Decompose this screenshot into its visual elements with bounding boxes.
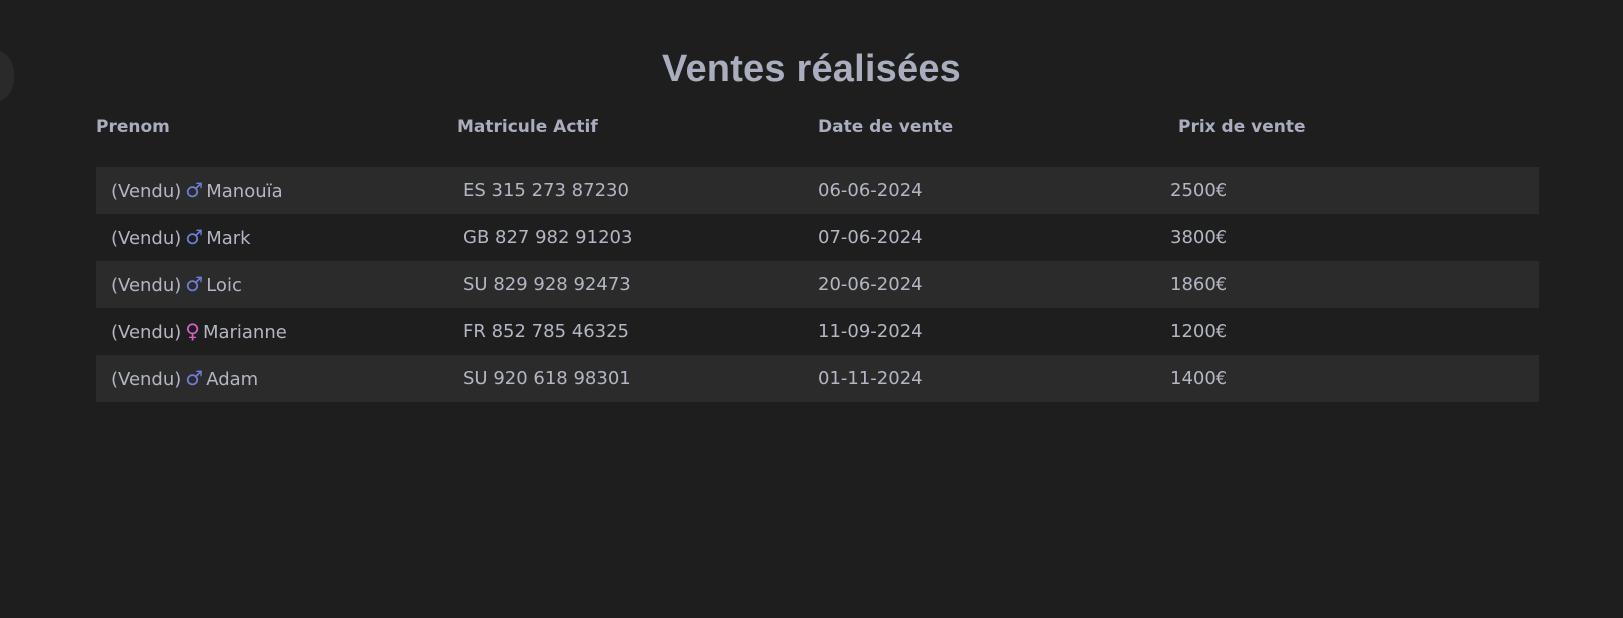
cell-matricule: SU 920 618 98301	[463, 368, 631, 389]
sales-table: Prenom Matricule Actif Date de vente Pri…	[96, 112, 1539, 402]
table-body: (Vendu) ♂ Manouïa ES 315 273 87230 06-06-202…	[96, 167, 1539, 402]
cell-prenom: (Vendu) ♀ Marianne	[111, 308, 287, 355]
cell-prix: 3800€	[1170, 227, 1228, 248]
person-name: Manouïa	[206, 181, 283, 202]
status-label: (Vendu)	[111, 275, 182, 296]
column-header-prenom: Prenom	[96, 117, 170, 137]
column-header-date: Date de vente	[818, 117, 954, 137]
person-name: Mark	[206, 228, 251, 249]
cell-prenom: (Vendu) ♂ Mark	[111, 214, 251, 261]
male-icon: ♂	[185, 272, 204, 296]
person-name: Adam	[206, 369, 259, 390]
status-label: (Vendu)	[111, 369, 182, 390]
male-icon: ♂	[185, 366, 204, 390]
cell-date: 20-06-2024	[818, 274, 923, 295]
male-icon: ♂	[185, 178, 204, 202]
cell-date: 06-06-2024	[818, 180, 923, 201]
table-row[interactable]: (Vendu) ♂ Manouïa ES 315 273 87230 06-06-202…	[96, 167, 1539, 214]
cell-prenom: (Vendu) ♂ Adam	[111, 355, 258, 402]
sales-page: Ventes réalisées Prenom Matricule Actif …	[0, 0, 1623, 618]
cell-date: 07-06-2024	[818, 227, 923, 248]
table-row[interactable]: (Vendu) ♀ Marianne FR 852 785 46325 11-09-20…	[96, 308, 1539, 355]
cell-prix: 1400€	[1170, 368, 1228, 389]
cell-prenom: (Vendu) ♂ Loic	[111, 261, 242, 308]
column-header-prix: Prix de vente	[1178, 117, 1306, 137]
cell-date: 01-11-2024	[818, 368, 923, 389]
cell-matricule: ES 315 273 87230	[463, 180, 629, 201]
table-row[interactable]: (Vendu) ♂ Mark GB 827 982 91203 07-06-2024 38…	[96, 214, 1539, 261]
male-icon: ♂	[185, 225, 204, 249]
cell-prix: 1200€	[1170, 321, 1228, 342]
column-header-matricule: Matricule Actif	[457, 117, 598, 137]
cell-date: 11-09-2024	[818, 321, 923, 342]
cell-prix: 1860€	[1170, 274, 1228, 295]
table-row[interactable]: (Vendu) ♂ Adam SU 920 618 98301 01-11-2024 14…	[96, 355, 1539, 402]
cell-prenom: (Vendu) ♂ Manouïa	[111, 167, 283, 214]
cell-matricule: FR 852 785 46325	[463, 321, 629, 342]
table-row[interactable]: (Vendu) ♂ Loic SU 829 928 92473 20-06-2024 18…	[96, 261, 1539, 308]
person-name: Marianne	[202, 322, 287, 343]
status-label: (Vendu)	[111, 228, 182, 249]
female-icon: ♀	[185, 319, 200, 343]
person-name: Loic	[206, 275, 242, 296]
cell-matricule: GB 827 982 91203	[463, 227, 633, 248]
cell-matricule: SU 829 928 92473	[463, 274, 631, 295]
status-label: (Vendu)	[111, 181, 182, 202]
cell-prix: 2500€	[1170, 180, 1228, 201]
table-header: Prenom Matricule Actif Date de vente Pri…	[96, 112, 1539, 146]
status-label: (Vendu)	[111, 322, 182, 343]
page-title: Ventes réalisées	[662, 48, 961, 91]
